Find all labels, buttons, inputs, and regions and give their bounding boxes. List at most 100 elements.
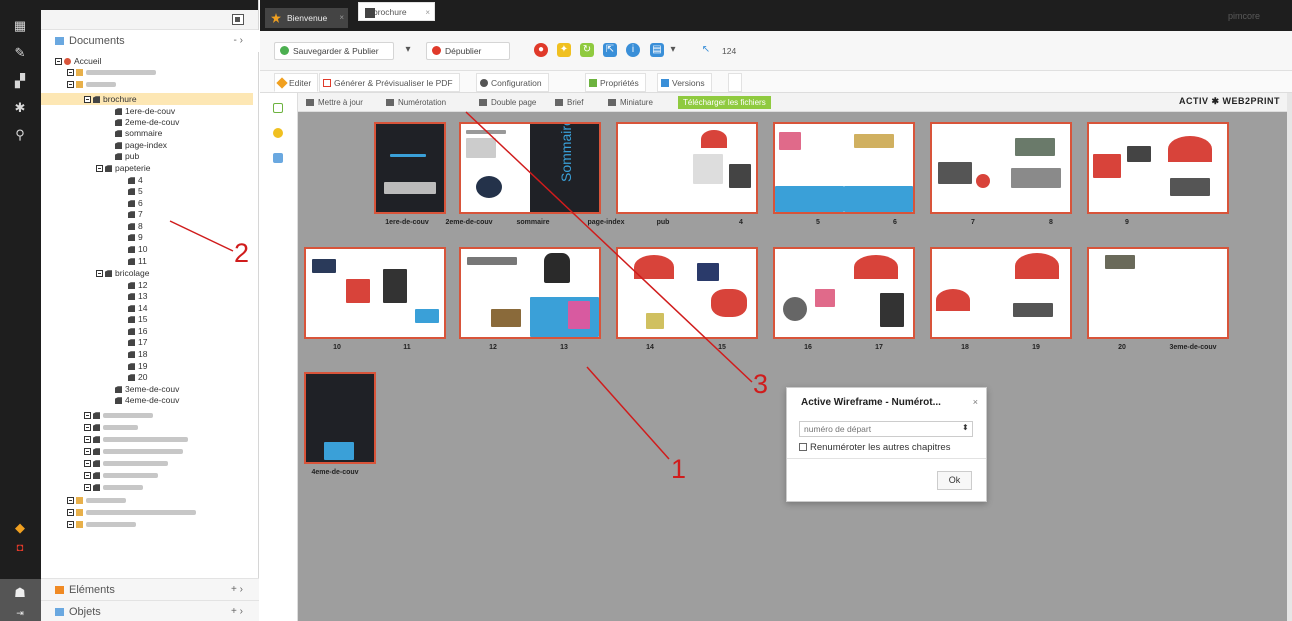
info-icon[interactable]: i xyxy=(626,43,640,57)
bulb-icon[interactable]: ✦ xyxy=(557,43,571,57)
tree-node[interactable]: 2eme-de-couv xyxy=(115,117,179,128)
update-button[interactable]: Mettre à jour xyxy=(306,96,363,109)
tree-node[interactable]: page-index xyxy=(115,140,167,151)
marketing-icon[interactable]: ▞ xyxy=(12,73,28,89)
tree-node[interactable] xyxy=(67,495,126,506)
download-files-button[interactable]: Télécharger les fichiers xyxy=(678,96,771,109)
notification-icon[interactable]: ◆ xyxy=(12,520,28,536)
tree-node[interactable] xyxy=(67,507,196,518)
expand-toggle-icon[interactable] xyxy=(67,509,74,517)
tab-configuration[interactable]: Configuration xyxy=(476,73,549,92)
start-number-input[interactable] xyxy=(799,421,973,437)
wrench-icon[interactable]: ✎ xyxy=(12,45,28,61)
expand-toggle-icon[interactable] xyxy=(84,472,91,480)
tab-properties[interactable]: Propriétés xyxy=(585,73,646,92)
close-icon[interactable]: × xyxy=(973,397,978,407)
delete-icon[interactable]: ● xyxy=(534,43,548,57)
expand-toggle-icon[interactable] xyxy=(84,448,91,456)
expand-toggle-icon[interactable] xyxy=(84,460,91,468)
tree-node-brochure[interactable]: brochure xyxy=(84,94,137,105)
expand-toggle-icon[interactable] xyxy=(84,412,91,420)
info-icon[interactable] xyxy=(273,153,283,163)
tree-node[interactable]: 8 xyxy=(128,221,143,232)
tab-extra[interactable] xyxy=(728,73,742,92)
tab-edit[interactable]: Editer xyxy=(274,73,319,92)
tree-node[interactable] xyxy=(84,482,143,493)
tree-node[interactable] xyxy=(67,67,156,78)
grid-icon[interactable]: ▦ xyxy=(12,18,28,34)
expand-toggle-icon[interactable] xyxy=(84,436,91,444)
elements-controls[interactable]: + › xyxy=(231,584,243,595)
share-icon[interactable]: ⇱ xyxy=(603,43,617,57)
expand-toggle-icon[interactable] xyxy=(67,521,74,529)
page-thumbnail[interactable] xyxy=(773,122,915,214)
page-thumbnail[interactable] xyxy=(930,247,1072,339)
chevron-down-icon[interactable]: ▾ xyxy=(666,43,680,57)
renumber-checkbox[interactable]: Renuméroter les autres chapitres xyxy=(799,442,950,453)
tab-generate-pdf[interactable]: Générer & Prévisualiser le PDF xyxy=(319,73,460,92)
page-thumbnail[interactable] xyxy=(616,247,758,339)
logout-icon[interactable]: ⇥ xyxy=(12,605,28,621)
collapse-panel-icon[interactable] xyxy=(232,14,244,25)
refresh-icon[interactable]: ↻ xyxy=(580,43,594,57)
expand-toggle-icon[interactable] xyxy=(96,270,103,278)
page-thumbnail[interactable] xyxy=(1087,122,1229,214)
page-thumbnail[interactable] xyxy=(304,247,446,339)
stepper-icon[interactable]: ⬍ xyxy=(962,423,982,432)
objects-section-header[interactable]: Objets + › xyxy=(41,600,259,621)
alert-icon[interactable]: ◘ xyxy=(12,540,28,556)
tree-node[interactable]: 13 xyxy=(128,291,147,302)
elements-section-header[interactable]: Eléments + › xyxy=(41,578,259,600)
page-thumbnail[interactable] xyxy=(374,122,446,214)
tree-node-accueil[interactable]: Accueil xyxy=(55,56,101,67)
search-icon[interactable]: ⚲ xyxy=(12,127,28,143)
page-thumbnail[interactable] xyxy=(1087,247,1229,339)
tree-node[interactable]: 3eme-de-couv xyxy=(115,384,179,395)
tree-node[interactable]: 6 xyxy=(128,198,143,209)
tree-node[interactable]: sommaire xyxy=(115,128,162,139)
tree-node-papeterie[interactable]: papeterie xyxy=(96,163,150,174)
expand-toggle-icon[interactable] xyxy=(67,69,74,77)
tab-brochure[interactable]: brochure × xyxy=(358,2,435,21)
tree-node[interactable]: 11 xyxy=(128,256,147,267)
expand-toggle-icon[interactable] xyxy=(67,497,74,505)
tree-node[interactable]: pub xyxy=(115,151,139,162)
unpublish-button[interactable]: Dépublier xyxy=(426,42,510,60)
tree-node-bricolage[interactable]: bricolage xyxy=(96,268,150,279)
chevron-down-icon[interactable]: ▾ xyxy=(401,43,415,57)
page-thumbnail[interactable] xyxy=(616,122,758,214)
tab-versions[interactable]: Versions xyxy=(657,73,712,92)
tree-node[interactable] xyxy=(84,446,183,457)
thumbnail-button[interactable]: Miniature xyxy=(608,96,653,109)
tree-node[interactable]: 4eme-de-couv xyxy=(115,395,179,406)
documents-section-header[interactable]: Documents - › xyxy=(41,30,259,52)
tree-node[interactable] xyxy=(84,434,188,445)
tree-node[interactable]: 12 xyxy=(128,280,147,291)
numbering-button[interactable]: Numérotation xyxy=(386,96,446,109)
bulb-icon[interactable] xyxy=(273,128,283,138)
page-thumbnail[interactable] xyxy=(930,122,1072,214)
tree-node[interactable]: 15 xyxy=(128,314,147,325)
tree-node[interactable]: 9 xyxy=(128,232,143,243)
page-thumbnail[interactable] xyxy=(459,247,601,339)
tree-node[interactable] xyxy=(67,519,136,530)
tree-node[interactable]: 7 xyxy=(128,209,143,220)
tree-node[interactable] xyxy=(84,470,158,481)
checkbox-icon[interactable] xyxy=(799,443,807,451)
page-thumbnail[interactable] xyxy=(773,247,915,339)
save-publish-button[interactable]: Sauvegarder & Publier xyxy=(274,42,394,60)
documents-controls[interactable]: - › xyxy=(234,35,243,46)
document-icon[interactable] xyxy=(273,103,283,113)
expand-toggle-icon[interactable] xyxy=(84,484,91,492)
avatar-icon[interactable]: ☗ xyxy=(12,585,28,601)
tree-node[interactable] xyxy=(84,422,138,433)
ok-button[interactable]: Ok xyxy=(937,471,972,490)
expand-toggle-icon[interactable] xyxy=(84,96,91,104)
tree-node[interactable]: 14 xyxy=(128,303,147,314)
expand-toggle-icon[interactable] xyxy=(84,424,91,432)
tree-node[interactable]: 1ere-de-couv xyxy=(115,106,175,117)
close-tab-icon[interactable]: × xyxy=(339,8,344,28)
tree-node[interactable] xyxy=(84,410,153,421)
tree-node[interactable]: 10 xyxy=(128,244,147,255)
scrollbar[interactable] xyxy=(1287,93,1292,621)
